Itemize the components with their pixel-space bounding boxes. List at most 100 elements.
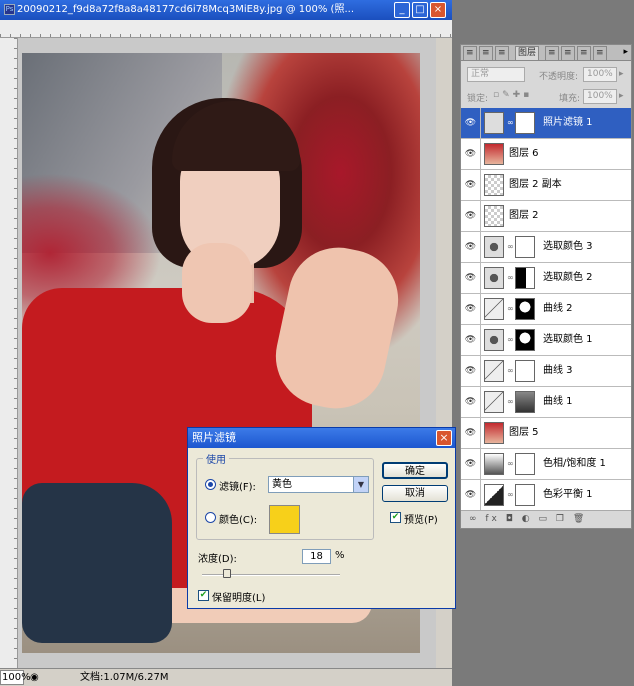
layer-row[interactable]: 👁 ∞ 色彩平衡 1 [461,480,631,511]
layer-row[interactable]: 👁 ∞ 选取颜色 2 [461,263,631,294]
layer-row[interactable]: 👁 图层 2 [461,201,631,232]
preserve-luminosity-checkbox[interactable]: ✔ [198,590,209,601]
layer-name: 曲线 3 [543,365,573,376]
minimize-button[interactable]: _ [394,2,410,18]
layer-mask-thumb[interactable] [515,236,535,258]
layer-mask-thumb[interactable] [515,453,535,475]
status-arrow-icon[interactable]: ◉ [30,669,39,686]
ok-button[interactable]: 确定 [382,462,448,479]
fx-icon[interactable]: fx [485,514,500,524]
layer-row[interactable]: 👁 ∞ 曲线 1 [461,387,631,418]
document-title: 20090212_f9d8a72f8a8a48177cd6i78Mcq3MiE8… [17,4,354,15]
folder-icon[interactable]: ▭ [538,514,550,524]
color-label[interactable]: 颜色(C): [219,511,257,526]
horizontal-ruler[interactable] [0,20,452,38]
dialog-title-bar[interactable]: 照片滤镜 × [188,428,455,448]
tab-history[interactable]: ≡ [495,46,509,60]
visibility-eye-icon[interactable]: 👁 [461,139,481,169]
filter-select[interactable]: 黄色 ▼ [268,476,369,493]
link-icon[interactable]: ∞ [507,273,514,282]
layer-row[interactable]: 👁 图层 6 [461,139,631,170]
layer-row[interactable]: 👁 ∞ 选取颜色 3 [461,232,631,263]
layer-row[interactable]: 👁 图层 5 [461,418,631,449]
visibility-eye-icon[interactable]: 👁 [461,294,481,324]
layer-row[interactable]: 👁 ∞ 色相/饱和度 1 [461,449,631,480]
tab-actions[interactable]: ≡ [545,46,559,60]
curves-adjustment-icon [484,360,504,382]
filter-label[interactable]: 滤镜(F): [219,478,256,493]
color-swatch[interactable] [269,505,300,534]
opacity-label: 不透明度: [539,72,579,82]
opacity-field[interactable]: 100% [583,67,617,82]
layer-row[interactable]: 👁 ∞ 选取颜色 1 [461,325,631,356]
visibility-eye-icon[interactable]: 👁 [461,263,481,293]
visibility-eye-icon[interactable]: 👁 [461,387,481,417]
preview-label[interactable]: 预览(P) [404,511,438,526]
fill-field[interactable]: 100% [583,89,617,104]
link-icon[interactable]: ∞ [507,459,514,468]
new-layer-icon[interactable]: ❐ [556,514,567,524]
preserve-luminosity-label[interactable]: 保留明度(L) [212,589,265,604]
visibility-eye-icon[interactable]: 👁 [461,232,481,262]
tab-extra-3[interactable]: ≡ [593,46,607,60]
visibility-eye-icon[interactable]: 👁 [461,108,481,138]
layer-mask-thumb[interactable] [515,360,535,382]
add-mask-icon[interactable]: ◘ [506,514,516,524]
layer-row[interactable]: 👁 ∞ 曲线 3 [461,356,631,387]
link-icon[interactable]: ∞ [507,490,514,499]
visibility-eye-icon[interactable]: 👁 [461,449,481,479]
panel-menu-icon[interactable]: ▸ [623,47,628,57]
use-group-label: 使用 [203,451,229,466]
visibility-eye-icon[interactable]: 👁 [461,170,481,200]
dialog-close-button[interactable]: × [436,430,452,446]
tab-layers[interactable]: 图层 [515,46,540,60]
layer-row[interactable]: 👁 ∞ 照片滤镜 1 [461,108,631,139]
tab-paths[interactable]: ≡ [479,46,493,60]
curves-adjustment-icon [484,391,504,413]
vertical-ruler[interactable] [0,38,18,668]
maximize-button[interactable]: □ [412,2,428,18]
lock-icons[interactable]: ▫✎✚▪ [493,90,532,100]
color-radio[interactable] [205,512,216,523]
layer-list: 👁 ∞ 照片滤镜 1 👁 图层 6 👁 图层 2 副本 👁 图层 2 👁 ∞ 选 [461,108,631,511]
opacity-arrow-icon[interactable]: ▸ [619,69,624,79]
link-icon[interactable]: ∞ [507,118,514,127]
link-icon[interactable]: ∞ [507,397,514,406]
link-layers-icon[interactable]: ∞ [469,514,480,524]
layer-mask-thumb[interactable] [515,484,535,506]
visibility-eye-icon[interactable]: 👁 [461,480,481,510]
link-icon[interactable]: ∞ [507,242,514,251]
layer-mask-thumb[interactable] [515,298,535,320]
close-window-button[interactable]: × [430,2,446,18]
document-title-bar[interactable]: Ps 20090212_f9d8a72f8a8a48177cd6i78Mcq3Mi… [0,0,452,20]
link-icon[interactable]: ∞ [507,335,514,344]
density-slider-thumb[interactable] [222,569,231,578]
cancel-button[interactable]: 取消 [382,485,448,502]
fill-arrow-icon[interactable]: ▸ [619,91,624,101]
density-input[interactable]: 18 [302,549,331,564]
tab-channels[interactable]: ≡ [463,46,477,60]
tab-extra-2[interactable]: ≡ [577,46,591,60]
layer-row[interactable]: 👁 ∞ 曲线 2 [461,294,631,325]
chevron-down-icon[interactable]: ▼ [353,477,368,492]
layer-mask-thumb[interactable] [515,112,535,134]
link-icon[interactable]: ∞ [507,366,514,375]
filter-radio[interactable] [205,479,216,490]
use-group: 使用 滤镜(F): 黄色 ▼ 颜色(C): [196,451,374,540]
adjustment-layer-icon[interactable]: ◐ [522,514,533,524]
layers-footer-toolbar: ∞ fx ◘ ◐ ▭ ❐ 🗑 [461,510,631,528]
visibility-eye-icon[interactable]: 👁 [461,418,481,448]
blend-mode-select[interactable]: 正常 [467,67,525,82]
preview-checkbox[interactable]: ✔ [390,512,401,523]
visibility-eye-icon[interactable]: 👁 [461,325,481,355]
layer-mask-thumb[interactable] [515,391,535,413]
link-icon[interactable]: ∞ [507,304,514,313]
layer-mask-thumb[interactable] [515,329,535,351]
layer-row[interactable]: 👁 图层 2 副本 [461,170,631,201]
visibility-eye-icon[interactable]: 👁 [461,356,481,386]
layer-mask-thumb[interactable] [515,267,535,289]
tab-extra-1[interactable]: ≡ [561,46,575,60]
trash-icon[interactable]: 🗑 [573,514,587,524]
zoom-field[interactable]: 100% [0,670,31,685]
visibility-eye-icon[interactable]: 👁 [461,201,481,231]
